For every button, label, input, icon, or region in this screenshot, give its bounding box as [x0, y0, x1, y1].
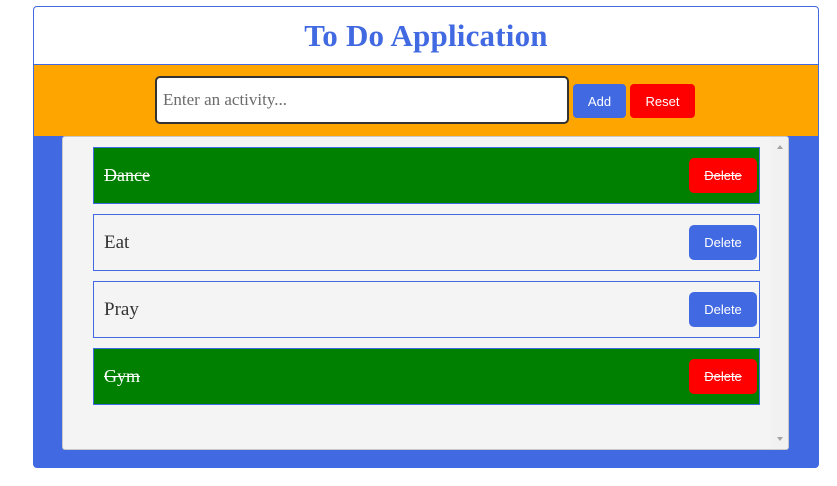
todo-item-gym[interactable]: Gym Delete — [93, 348, 760, 405]
delete-button[interactable]: Delete — [689, 359, 757, 394]
activity-input[interactable] — [155, 76, 569, 124]
add-button[interactable]: Add — [573, 84, 626, 118]
list-scrollbar[interactable] — [771, 137, 788, 449]
todo-text: Eat — [104, 231, 130, 253]
todo-list[interactable]: Dance Delete Eat Delete Pray Delete Gym … — [62, 136, 789, 450]
input-toolbar: Add Reset — [34, 65, 818, 136]
delete-button[interactable]: Delete — [689, 158, 757, 193]
app-title: To Do Application — [304, 17, 548, 53]
todo-text: Pray — [104, 298, 139, 320]
app-header: To Do Application — [34, 7, 818, 65]
scroll-up-arrow-icon[interactable] — [771, 140, 788, 154]
todo-item-dance[interactable]: Dance Delete — [93, 147, 760, 204]
todo-item-pray[interactable]: Pray Delete — [93, 281, 760, 338]
todo-text: Gym — [104, 366, 140, 386]
reset-button[interactable]: Reset — [630, 84, 695, 118]
todo-app: To Do Application Add Reset Dance Delete… — [33, 6, 819, 468]
scroll-down-arrow-icon[interactable] — [771, 432, 788, 446]
delete-button[interactable]: Delete — [689, 225, 757, 260]
todo-item-eat[interactable]: Eat Delete — [93, 214, 760, 271]
todo-text: Dance — [104, 165, 150, 185]
delete-button[interactable]: Delete — [689, 292, 757, 327]
